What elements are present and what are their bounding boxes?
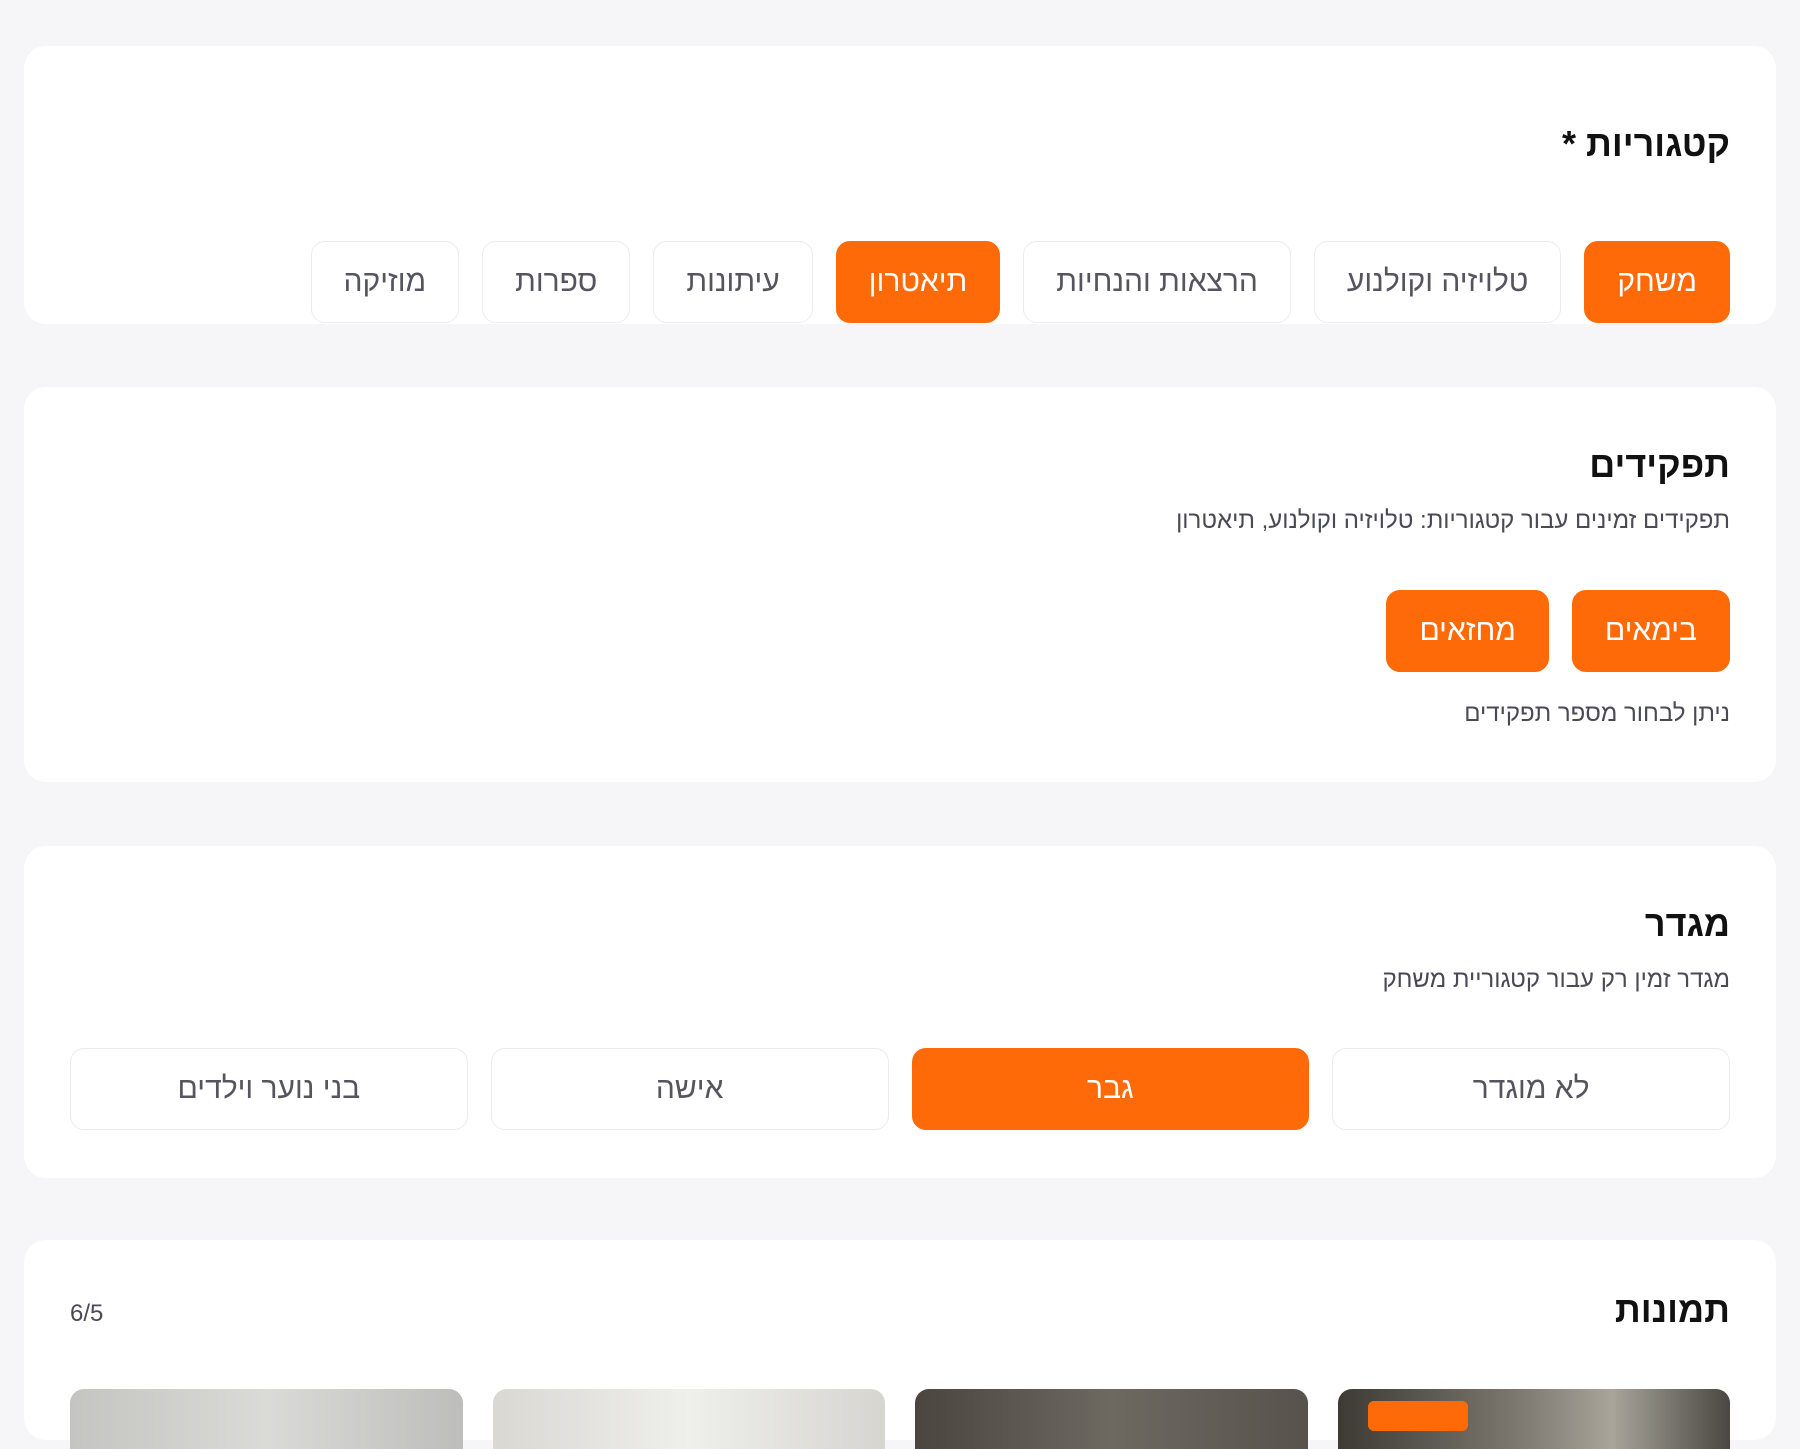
- roles-title: תפקידים: [1589, 444, 1730, 485]
- role-chip-directors[interactable]: בימאים: [1571, 590, 1730, 672]
- category-chip-acting[interactable]: משחק: [1584, 241, 1730, 323]
- gender-option-male[interactable]: גבר: [911, 1048, 1310, 1130]
- category-chip-tv-film[interactable]: טלויזיה וקולנוע: [1313, 241, 1562, 323]
- category-chip-music[interactable]: מוזיקה: [310, 241, 460, 323]
- category-chip-journalism[interactable]: עיתונות: [653, 241, 813, 323]
- role-chip-playwrights[interactable]: מחזאים: [1386, 590, 1549, 672]
- photo-count: 6/5: [70, 1300, 104, 1327]
- photo-grid: [70, 1389, 1730, 1449]
- category-chip-lectures[interactable]: הרצאות והנחיות: [1023, 241, 1291, 323]
- roles-chip-list: בימאים מחזאים: [1386, 590, 1730, 672]
- gender-title: מגדר: [1644, 903, 1730, 944]
- categories-section: קטגוריות* משחק טלויזיה וקולנוע הרצאות וה…: [24, 46, 1776, 324]
- gender-option-youth-children[interactable]: בני נוער וילדים: [70, 1048, 468, 1130]
- gender-subtitle: מגדר זמין רק עבור קטגוריית משחק: [1382, 966, 1730, 993]
- roles-hint: ניתן לבחור מספר תפקידים: [1464, 700, 1730, 727]
- photo-thumbnail[interactable]: [70, 1389, 463, 1449]
- required-mark: *: [1561, 123, 1576, 164]
- categories-title-text: קטגוריות: [1586, 123, 1730, 164]
- main-photo-badge: [1367, 1401, 1468, 1431]
- photo-thumbnail[interactable]: [1337, 1389, 1730, 1449]
- gender-options: לא מוגדר גבר אישה בני נוער וילדים: [70, 1048, 1730, 1130]
- categories-chip-list: משחק טלויזיה וקולנוע הרצאות והנחיות תיאט…: [310, 241, 1730, 323]
- categories-title: קטגוריות*: [1562, 123, 1730, 165]
- photos-title: תמונות: [1614, 1289, 1730, 1330]
- category-chip-literature[interactable]: ספרות: [482, 241, 631, 323]
- profile-form-page: { "categories": { "title": "קטגוריות", "…: [0, 0, 1800, 1449]
- photo-thumbnail[interactable]: [915, 1389, 1308, 1449]
- roles-section: תפקידים תפקידים זמינים עבור קטגוריות: טל…: [24, 387, 1776, 782]
- gender-section: מגדר מגדר זמין רק עבור קטגוריית משחק לא …: [24, 846, 1776, 1178]
- gender-option-female[interactable]: אישה: [490, 1048, 889, 1130]
- photo-thumbnail[interactable]: [492, 1389, 885, 1449]
- roles-subtitle: תפקידים זמינים עבור קטגוריות: טלויזיה וק…: [1176, 507, 1730, 534]
- category-chip-theater[interactable]: תיאטרון: [835, 241, 1001, 323]
- photos-section: תמונות 6/5: [24, 1240, 1776, 1449]
- gender-option-unspecified[interactable]: לא מוגדר: [1332, 1048, 1730, 1130]
